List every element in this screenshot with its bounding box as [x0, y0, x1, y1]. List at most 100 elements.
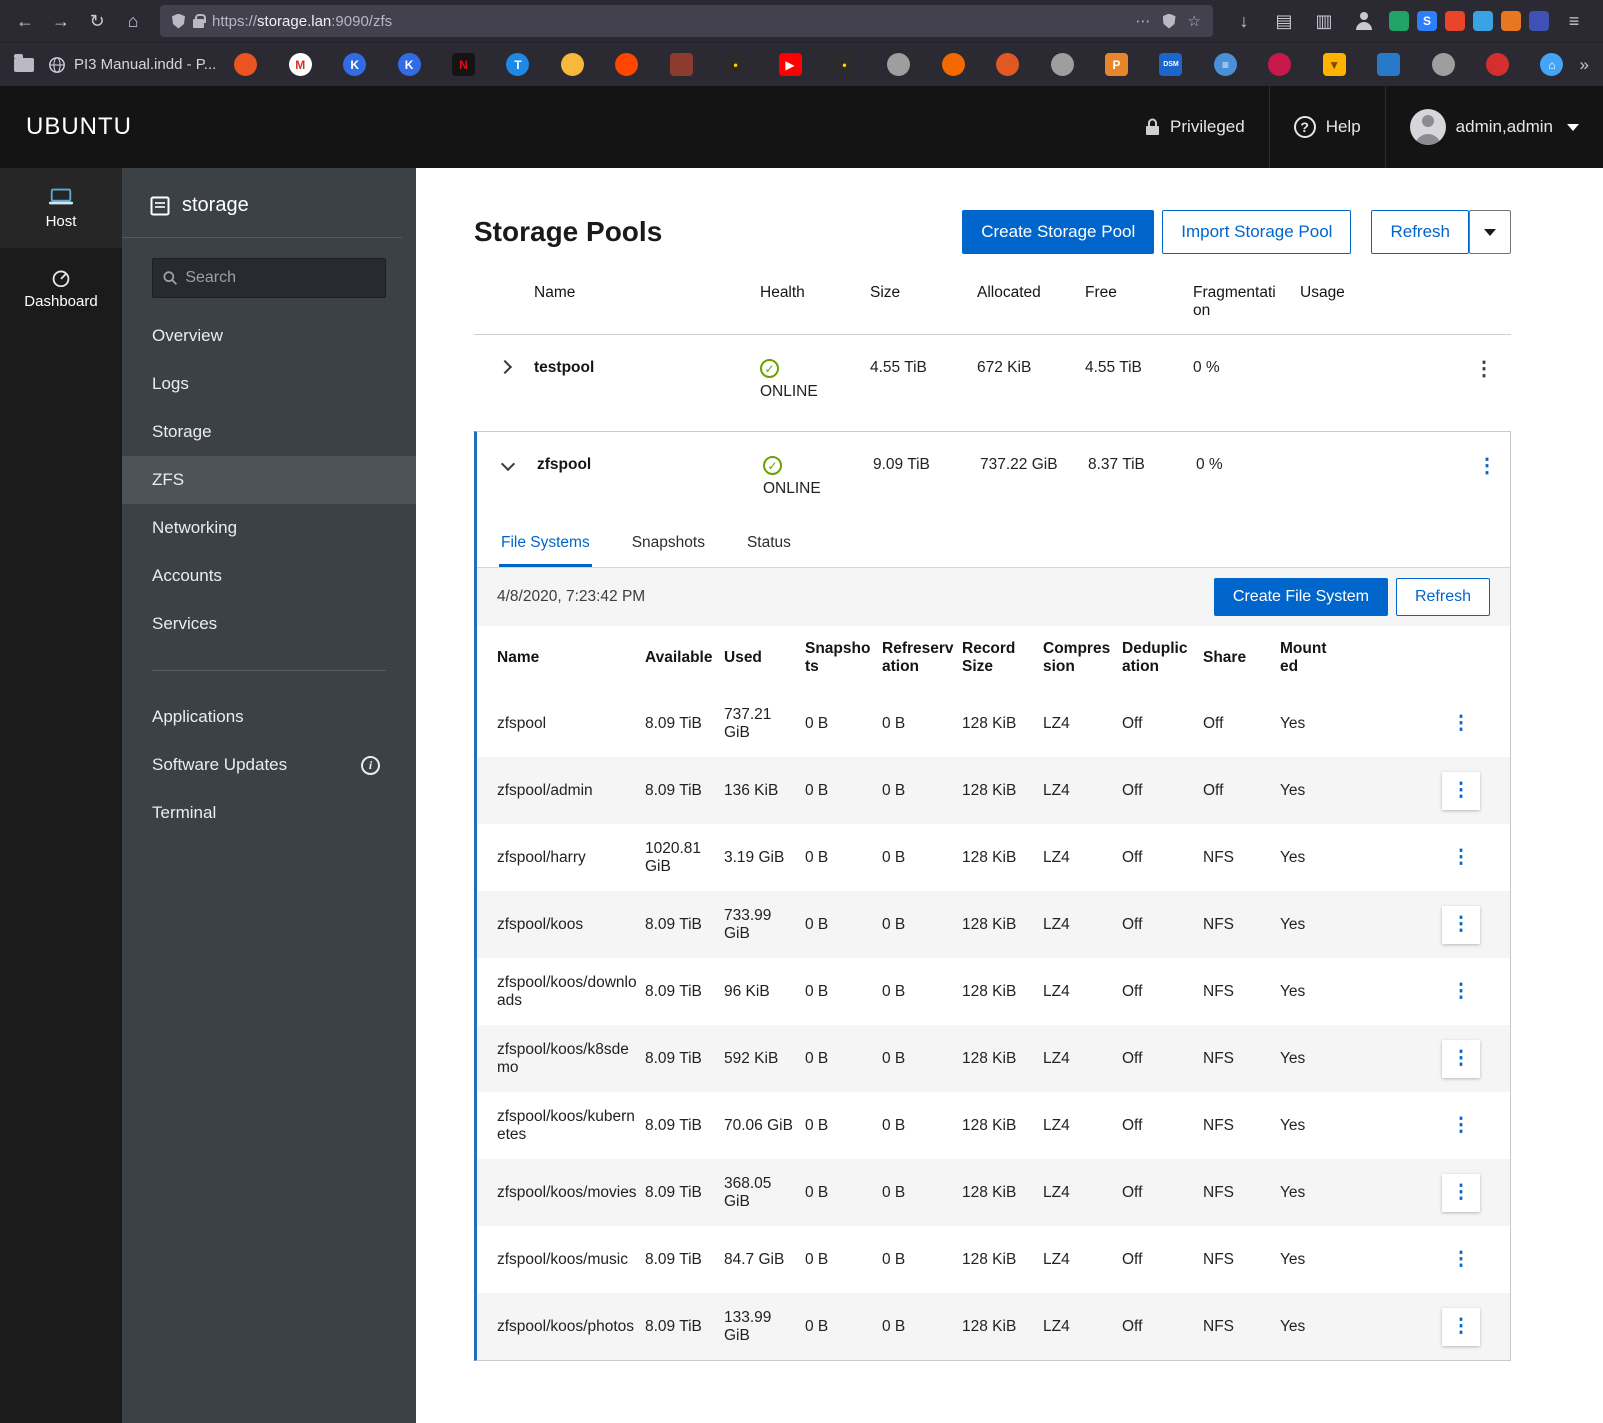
favicon-netflix[interactable]: N	[452, 53, 475, 76]
favicon-kubernetes[interactable]: K	[343, 53, 367, 76]
extension-icon-5[interactable]	[1501, 11, 1521, 31]
favicon-down-arrow[interactable]: ▼	[1322, 53, 1346, 76]
row-menu-button[interactable]: ⋮	[1442, 1307, 1480, 1346]
create-storage-pool-button[interactable]: Create Storage Pool	[962, 210, 1155, 254]
rail-item-host[interactable]: Host	[0, 168, 122, 248]
info-icon: i	[361, 755, 380, 775]
favicon-kubernetes-2[interactable]: K	[397, 53, 421, 76]
tab-file-systems[interactable]: File Systems	[499, 524, 592, 567]
row-menu-button[interactable]: ⋮	[1442, 973, 1480, 1011]
sidebar-item-storage[interactable]: Storage	[122, 408, 416, 456]
download-icon[interactable]: ↓	[1229, 6, 1259, 36]
bookmark-pi3-manual[interactable]: PI3 Manual.indd - P...	[48, 56, 216, 74]
fs-deduplication: Off	[1122, 982, 1143, 1000]
sidebar-item-terminal[interactable]: Terminal	[122, 789, 416, 837]
favicon-globe[interactable]	[887, 53, 911, 76]
extension-icon-3[interactable]	[1445, 11, 1465, 31]
favicon-youtube[interactable]: ▶	[778, 53, 802, 76]
fs-share: Off	[1203, 781, 1224, 799]
sidebar-item-networking[interactable]: Networking	[122, 504, 416, 552]
import-storage-pool-button[interactable]: Import Storage Pool	[1162, 210, 1352, 254]
search-input[interactable]	[185, 269, 375, 287]
favicon-raspberry[interactable]	[1268, 53, 1292, 76]
favicon-globe-2[interactable]	[1050, 53, 1074, 76]
favicon-gmail[interactable]: M	[288, 53, 312, 76]
row-menu-button[interactable]: ⋮	[1442, 771, 1480, 810]
menu-hamburger-icon[interactable]: ≡	[1559, 6, 1589, 36]
row-menu-button[interactable]: ⋮	[1442, 839, 1480, 877]
row-menu-button[interactable]: ⋮	[1442, 905, 1480, 944]
row-menu-button[interactable]: ⋮	[1442, 1173, 1480, 1212]
favicon-portainer[interactable]: ≡	[1213, 53, 1237, 76]
permissions-shield-icon[interactable]	[1162, 13, 1176, 29]
fs-used: 96 KiB	[724, 982, 770, 1000]
favicon-flame[interactable]	[996, 53, 1020, 76]
tab-snapshots[interactable]: Snapshots	[630, 524, 707, 567]
refresh-pools-button[interactable]: Refresh	[1371, 210, 1469, 254]
favicon-sun[interactable]	[560, 53, 584, 76]
bookmark-star-icon[interactable]: ☆	[1188, 12, 1201, 30]
sidebar-item-zfs[interactable]: ZFS	[122, 456, 416, 504]
back-icon[interactable]: ←	[10, 6, 40, 36]
sidebar-item-logs[interactable]: Logs	[122, 360, 416, 408]
bookmarks-overflow-icon[interactable]: »	[1572, 55, 1589, 75]
home-icon[interactable]: ⌂	[118, 6, 148, 36]
sidebar-item-services[interactable]: Services	[122, 600, 416, 648]
sidebar-item-software-updates[interactable]: Software Updates i	[122, 741, 416, 789]
help-menu[interactable]: ? Help	[1268, 86, 1385, 168]
extension-icon-2[interactable]: S	[1417, 11, 1437, 31]
favicon-globe-3[interactable]	[1431, 53, 1455, 76]
extension-icon-4[interactable]	[1473, 11, 1493, 31]
user-menu[interactable]: admin,admin	[1384, 86, 1603, 168]
favicon-grafana[interactable]	[941, 53, 965, 76]
fs-used: 592 KiB	[724, 1049, 779, 1067]
favicon-drop[interactable]	[1486, 53, 1510, 76]
row-menu-button[interactable]: ⋮	[1442, 1107, 1480, 1145]
tab-status[interactable]: Status	[745, 524, 793, 567]
favicon-dark-yellow-2[interactable]: •	[832, 53, 856, 76]
favicon-reddit[interactable]	[615, 53, 639, 76]
fs-snapshots: 0 B	[805, 1317, 829, 1335]
sidebar-item-applications[interactable]: Applications	[122, 693, 416, 741]
pool-row-testpool: testpool ✓ ONLINE 4.55 TiB 672 KiB 4.55 …	[474, 335, 1511, 427]
favicon-dsm[interactable]: DSM	[1159, 53, 1183, 76]
refresh-dropdown-button[interactable]	[1469, 210, 1511, 254]
url-bar[interactable]: https://storage.lan:9090/zfs ⋯ ☆	[160, 5, 1213, 37]
more-options-icon[interactable]: ⋯	[1136, 12, 1151, 30]
fs-refreservation: 0 B	[882, 1049, 906, 1067]
favicon-dark-yellow[interactable]: •	[724, 53, 748, 76]
favicon-gitea[interactable]	[669, 53, 693, 76]
favicon-blue-chart[interactable]	[1377, 53, 1401, 76]
row-menu-button[interactable]: ⋮	[1442, 705, 1480, 743]
pool-menu-button[interactable]: ⋮	[1477, 456, 1497, 476]
fs-mounted: Yes	[1280, 714, 1306, 732]
forward-icon[interactable]: →	[46, 6, 76, 36]
favicon-home-assistant[interactable]: ⌂	[1540, 53, 1564, 76]
folder-icon[interactable]	[14, 53, 34, 72]
favicon-ubuntu[interactable]	[234, 53, 258, 76]
tracking-shield-icon[interactable]	[172, 13, 185, 29]
create-file-system-button[interactable]: Create File System	[1213, 578, 1388, 616]
refresh-file-systems-button[interactable]: Refresh	[1395, 578, 1490, 616]
table-row: zfspool/harry 1020.81 GiB 3.19 GiB 0 B 0…	[477, 824, 1510, 891]
collapse-chevron-icon[interactable]	[500, 456, 516, 472]
row-menu-button[interactable]: ⋮	[1442, 1039, 1480, 1078]
favicon-plex[interactable]: P	[1105, 53, 1129, 76]
fs-record-size: 128 KiB	[962, 1250, 1017, 1268]
sidebar-toggle-icon[interactable]: ▥	[1309, 6, 1339, 36]
account-icon[interactable]	[1349, 6, 1379, 36]
reload-icon[interactable]: ↻	[82, 6, 112, 36]
rail-item-dashboard[interactable]: Dashboard	[0, 248, 122, 328]
sidebar-item-accounts[interactable]: Accounts	[122, 552, 416, 600]
sidebar-item-overview[interactable]: Overview	[122, 312, 416, 360]
extension-icon-1[interactable]	[1389, 11, 1409, 31]
pool-menu-button[interactable]: ⋮	[1474, 359, 1494, 379]
url-text[interactable]: https://storage.lan:9090/zfs	[212, 13, 392, 30]
expand-chevron-icon[interactable]	[497, 359, 513, 375]
favicon-thingiverse[interactable]: T	[506, 53, 530, 76]
row-menu-button[interactable]: ⋮	[1442, 1241, 1480, 1279]
extension-icon-6[interactable]	[1529, 11, 1549, 31]
fs-deduplication: Off	[1122, 781, 1143, 799]
library-icon[interactable]: ▤	[1269, 6, 1299, 36]
sidebar-search[interactable]	[152, 258, 386, 298]
